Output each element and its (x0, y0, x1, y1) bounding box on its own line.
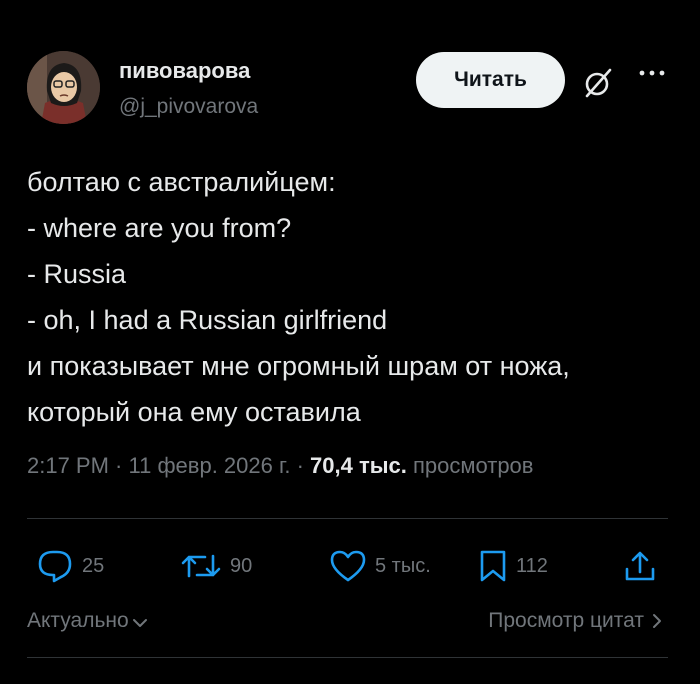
avatar[interactable] (27, 51, 100, 124)
divider-top (27, 518, 668, 519)
reply-button[interactable]: 25 (36, 546, 104, 586)
repost-count: 90 (230, 554, 253, 577)
tweet-time[interactable]: 2:17 PM (27, 453, 109, 478)
meta-separator: · (290, 453, 311, 478)
share-button[interactable] (622, 546, 658, 586)
bookmark-button[interactable]: 112 (478, 546, 548, 586)
more-icon[interactable] (637, 66, 667, 80)
like-icon (330, 550, 366, 582)
grok-icon[interactable] (582, 67, 614, 99)
like-button[interactable]: 5 тыс. (329, 546, 431, 586)
tweet-line: - where are you from? (27, 213, 292, 243)
tweet-text: болтаю с австралийцем: - where are you f… (27, 159, 677, 435)
view-quotes-label: Просмотр цитат (488, 609, 644, 632)
tweet-line: который она ему оставила (27, 397, 361, 427)
meta-separator: · (108, 453, 129, 478)
tweet-date[interactable]: 11 февр. 2026 г. (129, 453, 291, 478)
repost-icon (181, 554, 221, 578)
sort-selector[interactable]: Актуально (27, 609, 149, 633)
tweet-meta: 2:17 PM · 11 февр. 2026 г. · 70,4 тыс. п… (27, 453, 533, 479)
divider-bottom (27, 657, 668, 658)
reply-count: 25 (82, 554, 105, 577)
reply-icon (38, 550, 72, 583)
views-label: просмотров (412, 453, 534, 478)
tweet-line: и показывает мне огромный шрам от ножа, (27, 351, 570, 381)
tweet-line: - Russia (27, 259, 127, 289)
author-name[interactable]: пивоварова (119, 58, 250, 84)
author-handle[interactable]: @j_pivovarova (119, 95, 258, 119)
bookmark-count: 112 (516, 554, 548, 577)
chevron-down-icon (132, 619, 147, 627)
view-quotes-link[interactable]: Просмотр цитат (488, 609, 664, 633)
sort-label: Актуально (27, 609, 129, 632)
follow-button[interactable]: Читать (416, 52, 565, 108)
chevron-right-icon (653, 614, 661, 628)
tweet-line: - oh, I had a Russian girlfriend (27, 305, 388, 335)
avatar-image (27, 51, 100, 124)
share-icon (625, 551, 655, 581)
views-count[interactable]: 70,4 тыс. (310, 453, 407, 478)
bookmark-icon (480, 550, 506, 582)
tweet-line: болтаю с австралийцем: (27, 167, 336, 197)
repost-button[interactable]: 90 (180, 546, 252, 586)
like-count: 5 тыс. (375, 554, 431, 577)
